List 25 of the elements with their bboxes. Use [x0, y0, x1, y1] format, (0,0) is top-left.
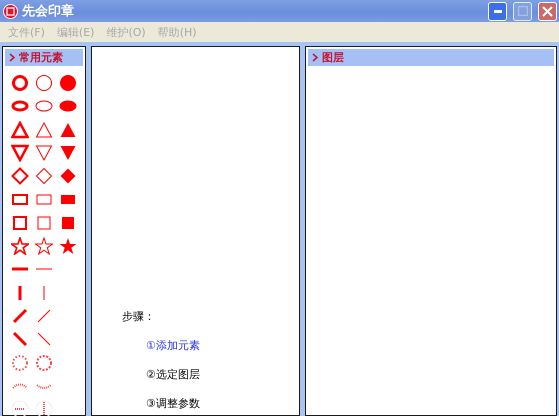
- panel-title: 常用元素: [19, 50, 63, 65]
- minimize-button[interactable]: [488, 2, 507, 20]
- tri-up-shape-icon[interactable]: [9, 118, 31, 141]
- step-link[interactable]: ③调整参数: [122, 396, 299, 411]
- steps-heading: 步骤：: [122, 309, 156, 324]
- star-shape-icon[interactable]: [9, 235, 31, 258]
- seal-icon: [3, 4, 18, 18]
- diamond-shape-icon[interactable]: [9, 165, 31, 188]
- window-title: 先会印章: [22, 2, 75, 20]
- star-shape-icon[interactable]: [33, 235, 55, 258]
- circle-shape-icon[interactable]: [57, 72, 79, 94]
- panel-title: 图层: [322, 50, 344, 65]
- minimize-icon: [494, 10, 502, 12]
- circle-shape-icon[interactable]: [9, 72, 31, 94]
- step-link[interactable]: ②选定图层: [122, 367, 299, 382]
- maximize-icon: [518, 6, 528, 16]
- seal-shape-icon[interactable]: [9, 398, 31, 416]
- panel-header[interactable]: 图层: [308, 49, 554, 66]
- seal-shape-icon[interactable]: [33, 398, 55, 416]
- maximize-button[interactable]: [513, 2, 532, 20]
- circle-shape-icon[interactable]: [33, 72, 55, 94]
- close-button[interactable]: [538, 2, 557, 20]
- step-link[interactable]: ①添加元素: [122, 338, 299, 353]
- close-icon: [542, 6, 553, 16]
- panel-header[interactable]: 常用元素: [5, 49, 83, 66]
